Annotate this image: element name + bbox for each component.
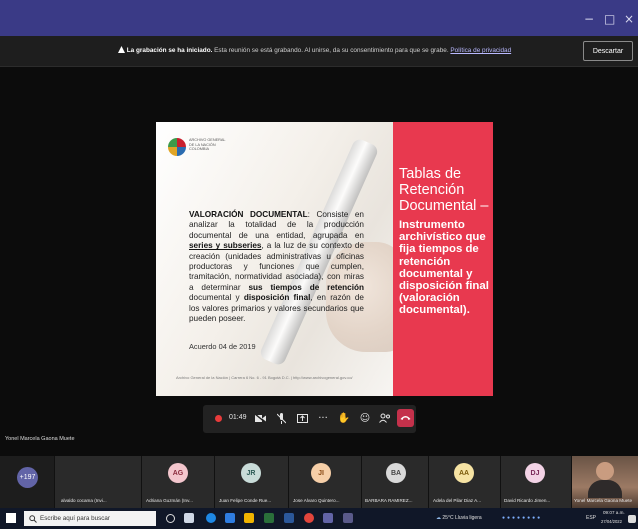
participant-tile[interactable]: DJ David Ricardo Jimen... bbox=[501, 456, 572, 508]
more-participants-count[interactable]: +197 bbox=[17, 467, 38, 488]
task-view-icon[interactable] bbox=[184, 513, 194, 523]
recording-started-text: La grabación se ha iniciado. bbox=[126, 47, 213, 54]
acuerdo-reference: Acuerdo 04 de 2019 bbox=[189, 342, 256, 351]
participant-tile[interactable]: AG Adriana Guzmán (Inv... bbox=[142, 456, 215, 508]
weather-icon: ☁ bbox=[436, 515, 441, 521]
search-icon bbox=[29, 514, 37, 523]
close-button[interactable]: × bbox=[624, 12, 634, 26]
participant-name: Adela del Pilar Diaz A... bbox=[433, 498, 482, 503]
participant-tile[interactable]: AA Adela del Pilar Diaz A... bbox=[429, 456, 501, 508]
edge-icon[interactable] bbox=[206, 513, 216, 523]
definition-part-3: documental y bbox=[189, 293, 244, 303]
logo-text: ARCHIVO GENERAL DE LA NACIÓN COLOMBIA bbox=[189, 138, 226, 152]
system-tray-icons[interactable]: ●●●●●●●● bbox=[502, 515, 542, 521]
recording-indicator-icon bbox=[211, 411, 225, 425]
slide-subtitle: Instrumento archivístico que fija tiempo… bbox=[399, 219, 489, 317]
mail-icon[interactable] bbox=[225, 513, 235, 523]
participant-name: Adriana Guzmán (Inv... bbox=[146, 498, 193, 503]
excel-icon[interactable] bbox=[264, 513, 274, 523]
slide-right-panel: Tablas de Retención Documental – Instrum… bbox=[393, 122, 493, 396]
definition-term: VALORACIÓN DOCUMENTAL bbox=[189, 210, 308, 219]
participant-name: Yonel Marcela Gaona Muete bbox=[574, 498, 633, 503]
avatar: JR bbox=[241, 463, 261, 483]
participant-tile[interactable]: JR Juan Felipe Conde Rue... bbox=[215, 456, 289, 508]
participants-icon[interactable] bbox=[378, 411, 392, 425]
slide-title: Tablas de Retención Documental – bbox=[399, 166, 489, 214]
dismiss-button[interactable]: Descartar bbox=[583, 41, 633, 61]
participant-tile[interactable]: BA BARBARA RAMIREZ... bbox=[362, 456, 429, 508]
disposicion-highlight: disposición final bbox=[243, 293, 311, 303]
privacy-policy-link[interactable]: Política de privacidad bbox=[450, 47, 511, 54]
active-speaker-label: Yonel Marcela Gaona Muete bbox=[5, 436, 75, 442]
definition-text: VALORACIÓN DOCUMENTAL: Consiste en anali… bbox=[189, 210, 364, 324]
notifications-icon[interactable] bbox=[628, 515, 636, 523]
series-highlight: series y subseries bbox=[189, 241, 262, 251]
meeting-timer: 01:49 bbox=[229, 414, 247, 421]
hang-up-icon bbox=[400, 416, 411, 420]
cortana-icon[interactable] bbox=[166, 514, 175, 523]
reactions-icon[interactable]: ☺ bbox=[358, 411, 372, 425]
more-options-icon[interactable]: ··· bbox=[316, 411, 330, 425]
tiempos-highlight: sus tiempos de retención bbox=[248, 282, 364, 292]
participant-name: alvaldo cocama (Invi... bbox=[61, 498, 107, 503]
avatar: JI bbox=[311, 463, 331, 483]
agn-logo-icon bbox=[168, 138, 186, 156]
slide-left-panel: ARCHIVO GENERAL DE LA NACIÓN COLOMBIA VA… bbox=[156, 122, 406, 396]
app-icon[interactable] bbox=[343, 513, 353, 523]
teams-title-bar: − □ × bbox=[0, 0, 638, 36]
search-placeholder: Escribe aquí para buscar bbox=[40, 515, 111, 522]
clock-time[interactable]: 09:07 a.m. bbox=[603, 510, 625, 515]
avatar: AA bbox=[454, 463, 474, 483]
teams-icon[interactable] bbox=[323, 513, 333, 523]
taskbar-search-box[interactable]: Escribe aquí para buscar bbox=[24, 511, 156, 526]
participant-name: David Ricardo Jimen... bbox=[504, 498, 551, 503]
camera-icon[interactable] bbox=[253, 411, 267, 425]
recording-banner-text: La grabación se ha iniciado. Esta reunió… bbox=[118, 46, 511, 54]
slide-footer: Archivo General de la Nación | Carrera 6… bbox=[176, 375, 353, 380]
chrome-icon[interactable] bbox=[304, 513, 314, 523]
file-explorer-icon[interactable] bbox=[244, 513, 254, 523]
warning-icon bbox=[118, 46, 125, 53]
participant-name: Juan Felipe Conde Rue... bbox=[219, 498, 272, 503]
participant-name: BARBARA RAMIREZ... bbox=[365, 498, 413, 503]
weather-widget[interactable]: ☁ 25°C Lluvia ligera bbox=[436, 515, 482, 521]
microphone-icon[interactable] bbox=[274, 411, 288, 425]
participant-tile[interactable]: JI Jose Alvaro Quintero... bbox=[289, 456, 362, 508]
recording-consent-text: Esta reunión se está grabando. Al unirse… bbox=[212, 47, 451, 54]
start-menu-icon[interactable] bbox=[6, 513, 16, 523]
restore-button[interactable]: □ bbox=[604, 12, 615, 26]
self-video-person bbox=[596, 462, 614, 480]
clock-date: 27/04/2022 bbox=[601, 519, 622, 524]
self-video-shoulders bbox=[588, 480, 622, 498]
minimize-button[interactable]: − bbox=[584, 12, 594, 26]
avatar: BA bbox=[386, 463, 406, 483]
avatar: AG bbox=[168, 463, 188, 483]
leave-call-button[interactable] bbox=[397, 409, 414, 427]
meeting-controls: 01:49 ··· ✋ ☺ bbox=[203, 405, 416, 433]
weather-text: 25°C Lluvia ligera bbox=[442, 515, 482, 521]
share-screen-icon[interactable] bbox=[295, 411, 309, 425]
participant-name: Jose Alvaro Quintero... bbox=[293, 498, 340, 503]
participant-strip: alvaldo cocama (Invi... AG Adriana Guzmá… bbox=[0, 456, 638, 508]
shared-slide: ARCHIVO GENERAL DE LA NACIÓN COLOMBIA VA… bbox=[156, 122, 493, 396]
windows-taskbar: Escribe aquí para buscar ☁ 25°C Lluvia l… bbox=[0, 508, 638, 529]
language-indicator[interactable]: ESP bbox=[586, 515, 596, 521]
recording-banner: La grabación se ha iniciado. Esta reunió… bbox=[0, 36, 638, 67]
participant-tile[interactable]: alvaldo cocama (Invi... bbox=[55, 456, 142, 508]
raise-hand-icon[interactable]: ✋ bbox=[337, 411, 351, 425]
word-icon[interactable] bbox=[284, 513, 294, 523]
avatar: DJ bbox=[525, 463, 545, 483]
self-video-tile[interactable]: Yonel Marcela Gaona Muete bbox=[572, 456, 638, 508]
